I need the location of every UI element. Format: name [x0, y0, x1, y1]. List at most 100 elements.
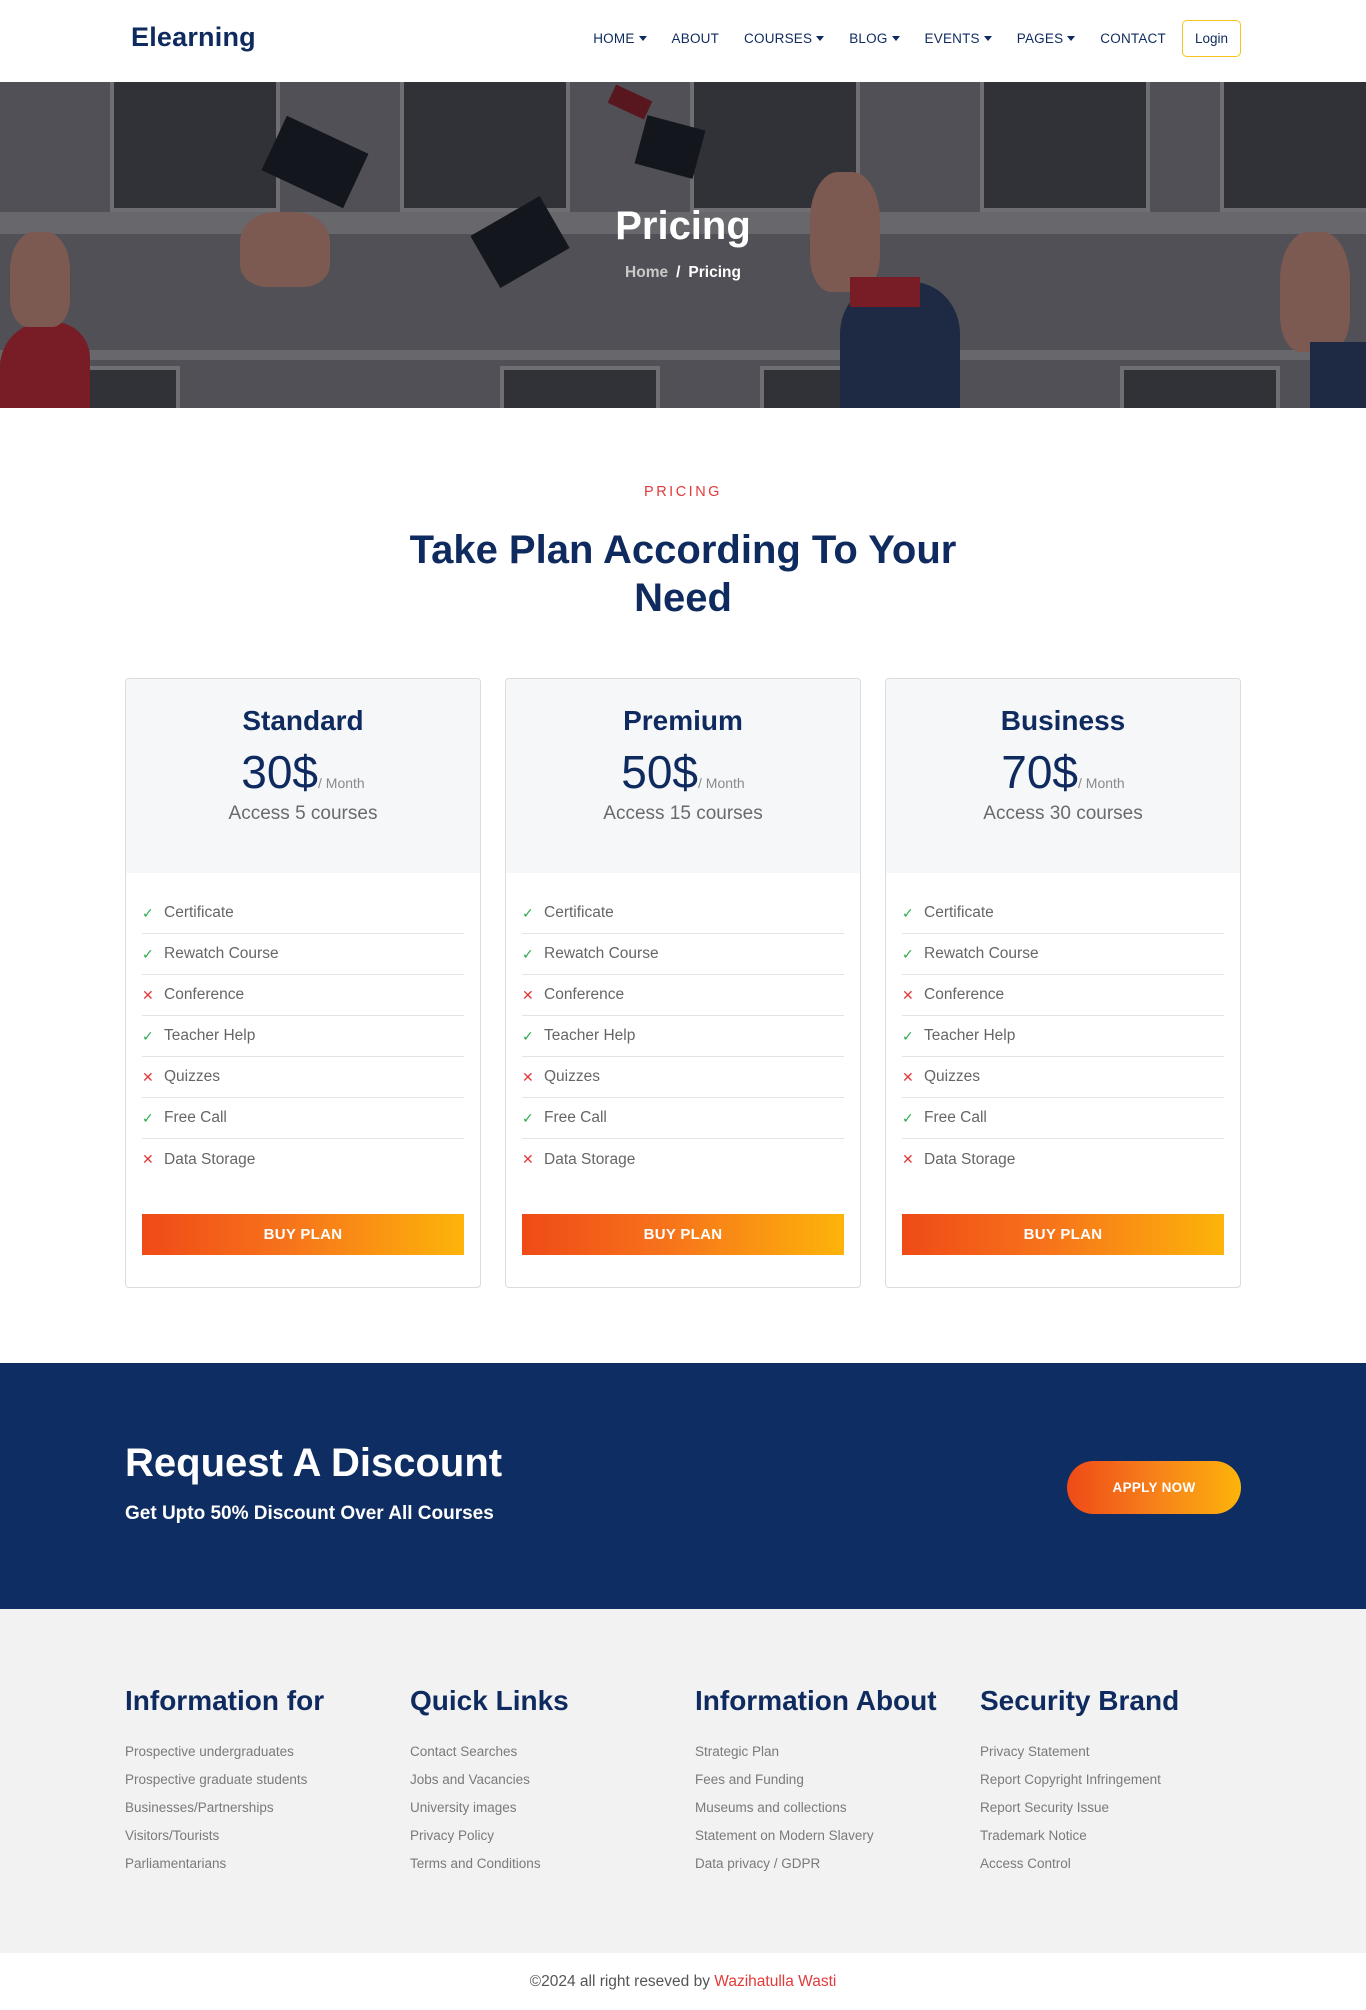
footer-column-title: Information for	[125, 1685, 325, 1716]
feature-item: ✕ Quizzes	[522, 1057, 844, 1098]
nav-item-about[interactable]: ABOUT	[672, 31, 720, 46]
nav-item-contact[interactable]: CONTACT	[1100, 31, 1166, 46]
price-period: / Month	[318, 775, 365, 791]
footer-link[interactable]: University images	[410, 1794, 680, 1822]
cross-icon: ✕	[522, 1068, 534, 1085]
footer-link[interactable]: Prospective graduate students	[125, 1766, 395, 1794]
check-icon: ✓	[142, 904, 154, 921]
pricing-card-premium: Premium 50$/ Month Access 15 courses ✓ Ce…	[505, 678, 861, 1288]
nav-label: EVENTS	[924, 31, 980, 46]
feature-item: ✕ Data Storage	[522, 1139, 844, 1180]
feature-label: Data Storage	[544, 1150, 636, 1168]
caret-down-icon	[983, 36, 992, 41]
cross-icon: ✕	[902, 1068, 914, 1085]
footer-link[interactable]: Museums and collections	[695, 1794, 965, 1822]
footer-link[interactable]: Parliamentarians	[125, 1850, 395, 1878]
footer-link[interactable]: Privacy Statement	[980, 1738, 1250, 1766]
section-tag: PRICING	[644, 484, 722, 500]
breadcrumb-separator: /	[676, 264, 681, 281]
login-button[interactable]: Login	[1181, 20, 1241, 57]
discount-banner: Request A Discount Get Upto 50% Discount…	[0, 1363, 1366, 1609]
plan-name: Premium	[623, 705, 743, 736]
feature-item: ✓ Certificate	[142, 893, 464, 934]
buy-plan-button[interactable]: BUY PLAN	[522, 1214, 844, 1255]
feature-label: Teacher Help	[924, 1027, 1016, 1044]
footer-link[interactable]: Visitors/Tourists	[125, 1822, 395, 1850]
buy-plan-button[interactable]: BUY PLAN	[142, 1214, 464, 1255]
footer-link[interactable]: Trademark Notice	[980, 1822, 1250, 1850]
nav-item-home[interactable]: HOME	[593, 31, 647, 46]
feature-list: ✓ Certificate ✓ Rewatch Course ✕ Conference ✓ T…	[522, 893, 844, 1180]
feature-item: ✓ Rewatch Course	[142, 934, 464, 975]
main-nav: HOME ABOUT COURSES BLOG EVENTS PAGES CON…	[568, 20, 1241, 57]
plan-access: Access 30 courses	[983, 803, 1143, 824]
footer-link[interactable]: Contact Searches	[410, 1738, 680, 1766]
footer-link[interactable]: Report Security Issue	[980, 1794, 1250, 1822]
footer-link[interactable]: Access Control	[980, 1850, 1250, 1878]
footer-link[interactable]: Jobs and Vacancies	[410, 1766, 680, 1794]
check-icon: ✓	[522, 904, 534, 921]
card-header: Premium 50$/ Month Access 15 courses	[506, 679, 860, 873]
feature-label: Teacher Help	[544, 1027, 636, 1044]
cross-icon: ✕	[522, 986, 534, 1003]
footer-link[interactable]: Report Copyright Infringement	[980, 1766, 1250, 1794]
hero-banner: Pricing Home / Pricing	[0, 82, 1366, 408]
footer-link[interactable]: Prospective undergraduates	[125, 1738, 395, 1766]
footer-link-list: Contact Searches Jobs and Vacancies Univer…	[410, 1738, 680, 1878]
footer-link[interactable]: Privacy Policy	[410, 1822, 680, 1850]
price-amount: 50$	[621, 746, 699, 798]
nav-label: HOME	[593, 31, 635, 46]
feature-label: Rewatch Course	[164, 945, 279, 962]
cross-icon: ✕	[522, 1151, 534, 1167]
price-period: / Month	[698, 775, 745, 791]
breadcrumb-home-link[interactable]: Home	[625, 264, 668, 281]
feature-item: ✕ Data Storage	[902, 1139, 1224, 1180]
navbar: Elearning HOME ABOUT COURSES BLOG EVENTS…	[0, 0, 1366, 82]
footer-column-information-about: Information About Strategic Plan Fees and…	[695, 1685, 965, 1878]
feature-label: Data Storage	[924, 1150, 1016, 1168]
footer-link[interactable]: Terms and Conditions	[410, 1850, 680, 1878]
check-icon: ✓	[142, 1109, 154, 1126]
breadcrumb-current: Pricing	[688, 264, 741, 281]
nav-item-pages[interactable]: PAGES	[1017, 31, 1076, 46]
plan-access: Access 5 courses	[228, 803, 378, 824]
cross-icon: ✕	[142, 1151, 154, 1167]
feature-item: ✓ Certificate	[522, 893, 844, 934]
plan-price: 50$/ Month	[506, 745, 860, 799]
buy-plan-button[interactable]: BUY PLAN	[902, 1214, 1224, 1255]
footer-link[interactable]: Data privacy / GDPR	[695, 1850, 965, 1878]
cross-icon: ✕	[142, 986, 154, 1003]
check-icon: ✓	[902, 1109, 914, 1126]
feature-item: ✕ Conference	[142, 975, 464, 1016]
check-icon: ✓	[522, 1109, 534, 1126]
apply-now-button[interactable]: APPLY NOW	[1067, 1461, 1241, 1514]
feature-label: Conference	[164, 986, 245, 1003]
feature-label: Quizzes	[924, 1068, 980, 1085]
nav-item-blog[interactable]: BLOG	[849, 31, 900, 46]
footer-column-information-for: Information for Prospective undergraduat…	[125, 1685, 395, 1878]
feature-item: ✓ Rewatch Course	[902, 934, 1224, 975]
discount-subtitle: Get Upto 50% Discount Over All Courses	[125, 1503, 494, 1524]
check-icon: ✓	[902, 945, 914, 962]
feature-item: ✓ Free Call	[142, 1098, 464, 1139]
nav-item-courses[interactable]: COURSES	[744, 31, 825, 46]
footer-link[interactable]: Strategic Plan	[695, 1738, 965, 1766]
cross-icon: ✕	[142, 1068, 154, 1085]
brand-logo[interactable]: Elearning	[131, 22, 256, 53]
feature-label: Certificate	[924, 904, 994, 921]
footer-link[interactable]: Businesses/Partnerships	[125, 1794, 395, 1822]
plan-price: 70$/ Month	[886, 745, 1240, 799]
copyright-text: ©2024 all right reseved by	[529, 1973, 710, 1990]
feature-item: ✓ Free Call	[522, 1098, 844, 1139]
footer-link[interactable]: Statement on Modern Slavery	[695, 1822, 965, 1850]
check-icon: ✓	[522, 1027, 534, 1044]
feature-item: ✓ Teacher Help	[902, 1016, 1224, 1057]
feature-label: Conference	[544, 986, 625, 1003]
feature-label: Certificate	[544, 904, 614, 921]
nav-item-events[interactable]: EVENTS	[925, 31, 992, 46]
caret-down-icon	[638, 36, 647, 41]
feature-label: Rewatch Course	[544, 945, 659, 962]
feature-item: ✓ Rewatch Course	[522, 934, 844, 975]
author-link[interactable]: Wazihatulla Wasti	[714, 1973, 836, 1990]
footer-link[interactable]: Fees and Funding	[695, 1766, 965, 1794]
